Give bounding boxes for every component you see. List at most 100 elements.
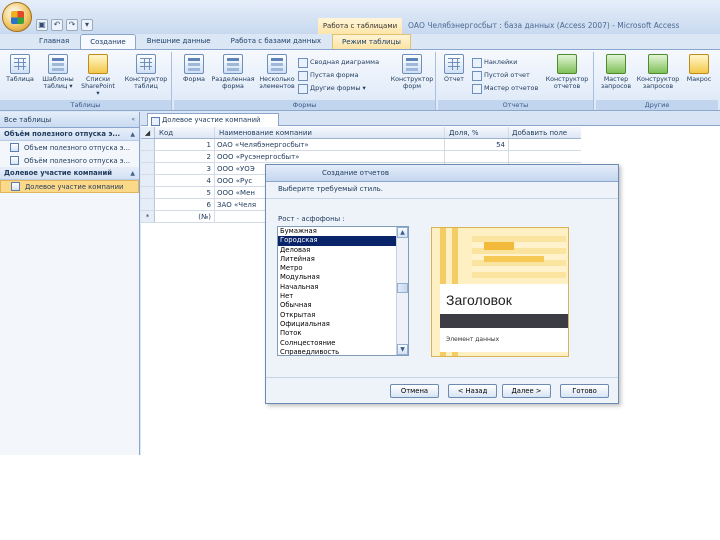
row-selector[interactable]	[141, 187, 155, 198]
table-icon	[10, 143, 19, 152]
column-header-add-field[interactable]: Добавить поле	[509, 127, 581, 138]
cell-code[interactable]: 3	[155, 163, 215, 174]
table-templates-icon	[48, 54, 68, 74]
nav-item-volume-table[interactable]: Объем полезного отпуска э...	[0, 141, 139, 154]
report-label: Отчет	[444, 76, 464, 83]
tab-home[interactable]: Главная	[30, 34, 78, 49]
nav-header[interactable]: Все таблицы «	[0, 112, 139, 128]
nav-category-shares[interactable]: Долевое участие компаний ▲	[0, 167, 139, 180]
tab-database-tools[interactable]: Работа с базами данных	[222, 34, 330, 49]
blank-report-button[interactable]: Пустой отчет	[472, 70, 530, 81]
style-option[interactable]: Обычная	[278, 301, 396, 310]
style-option[interactable]: Бумажная	[278, 227, 396, 236]
style-option[interactable]: Открытая	[278, 311, 396, 320]
row-selector[interactable]	[141, 163, 155, 174]
customize-qat-icon[interactable]: ▾	[81, 19, 93, 31]
pivot-chart-button[interactable]: Сводная диаграмма	[298, 57, 379, 68]
document-tabs: Долевое участие компаний	[141, 112, 720, 126]
title-bar: ▣ ↶ ↷ ▾ Работа с таблицами ОАО Челябэнер…	[0, 0, 720, 34]
column-header-share[interactable]: Доля, %	[445, 127, 509, 138]
form-design-label: Конструктор форм	[390, 76, 434, 90]
scroll-thumb[interactable]	[397, 283, 408, 293]
style-option[interactable]: Литейная	[278, 255, 396, 264]
report-button[interactable]: Отчет	[440, 54, 468, 83]
cell-share[interactable]	[445, 151, 509, 162]
style-option[interactable]: Нет	[278, 292, 396, 301]
macro-button[interactable]: Макрос	[682, 54, 716, 83]
cell-name[interactable]: ООО «Русэнергосбыт»	[215, 151, 445, 162]
table-templates-label: Шаблоны таблиц ▾	[42, 76, 74, 90]
nav-item-volume-report[interactable]: Объём полезного отпуска э...	[0, 154, 139, 167]
style-listbox[interactable]: Бумажная Городская Деловая Литейная Метр…	[277, 226, 409, 356]
table-design-button[interactable]: Конструктор таблиц	[124, 54, 168, 90]
cell-name[interactable]: ОАО «Челябэнергосбыт»	[215, 139, 445, 150]
preview-card: Заголовок Элемент данных	[440, 284, 568, 352]
blank-form-button[interactable]: Пустая форма	[298, 70, 359, 81]
office-button[interactable]	[2, 2, 32, 32]
column-header-code[interactable]: Код	[155, 127, 215, 138]
report-wizard-button[interactable]: Мастер отчетов	[472, 83, 538, 94]
cell-share[interactable]: 54	[445, 139, 509, 150]
row-selector[interactable]	[141, 139, 155, 150]
scroll-up-icon[interactable]: ▲	[397, 227, 408, 238]
query-design-button[interactable]: Конструктор запросов	[636, 54, 680, 90]
tab-create[interactable]: Создание	[80, 34, 136, 49]
style-option[interactable]: Солнцестояние	[278, 339, 396, 348]
query-wizard-button[interactable]: Мастер запросов	[598, 54, 634, 90]
back-button[interactable]: < Назад	[448, 384, 497, 398]
redo-icon[interactable]: ↷	[66, 19, 78, 31]
cell-code[interactable]: 1	[155, 139, 215, 150]
split-form-button[interactable]: Разделенная форма	[210, 54, 256, 90]
nav-category-volume[interactable]: Объём полезного отпуска э... ▲	[0, 128, 139, 141]
table-row[interactable]: 1 ОАО «Челябэнергосбыт» 54	[141, 139, 581, 151]
form-button[interactable]: Форма	[176, 54, 212, 83]
collapse-icon: ▲	[130, 169, 135, 177]
office-logo-icon	[11, 11, 24, 24]
undo-icon[interactable]: ↶	[51, 19, 63, 31]
dialog-title[interactable]: Создание отчетов	[266, 165, 618, 182]
cell-code-new[interactable]: (№)	[155, 211, 215, 222]
cell-code[interactable]: 2	[155, 151, 215, 162]
form-design-button[interactable]: Конструктор форм	[390, 54, 434, 90]
table-button[interactable]: Таблица	[2, 54, 38, 83]
scroll-down-icon[interactable]: ▼	[397, 344, 408, 355]
cell-code[interactable]: 5	[155, 187, 215, 198]
chevron-left-icon[interactable]: «	[131, 116, 135, 123]
multiple-items-button[interactable]: Несколько элементов	[256, 54, 298, 90]
style-option[interactable]: Начальная	[278, 283, 396, 292]
select-all-corner[interactable]: ◢	[141, 127, 155, 138]
tab-external-data[interactable]: Внешние данные	[138, 34, 220, 49]
nav-item-shares-table[interactable]: Долевое участие компании	[0, 180, 139, 193]
next-button[interactable]: Далее >	[502, 384, 551, 398]
style-option[interactable]: Метро	[278, 264, 396, 273]
cell-code[interactable]: 4	[155, 175, 215, 186]
new-record-marker[interactable]: *	[141, 211, 155, 222]
labels-button[interactable]: Наклейки	[472, 57, 517, 68]
finish-button[interactable]: Готово	[560, 384, 609, 398]
style-option[interactable]: Деловая	[278, 246, 396, 255]
style-option[interactable]: Справедливость	[278, 348, 396, 355]
more-forms-button[interactable]: Другие формы ▾	[298, 83, 366, 94]
cancel-button[interactable]: Отмена	[390, 384, 439, 398]
style-option[interactable]: Модульная	[278, 273, 396, 282]
cell-code[interactable]: 6	[155, 199, 215, 210]
table-templates-button[interactable]: Шаблоны таблиц ▾	[40, 54, 76, 90]
style-option[interactable]: Официальная	[278, 320, 396, 329]
cell-add[interactable]	[509, 139, 581, 150]
listbox-scrollbar[interactable]: ▲ ▼	[396, 227, 408, 355]
document-tab[interactable]: Долевое участие компаний	[147, 113, 280, 126]
style-option[interactable]: Поток	[278, 329, 396, 338]
report-wizard-dialog: Создание отчетов Выберите требуемый стил…	[265, 164, 619, 404]
cell-add[interactable]	[509, 151, 581, 162]
group-tables: Таблица Шаблоны таблиц ▾ Списки SharePoi…	[0, 52, 172, 110]
tab-datasheet[interactable]: Режим таблицы	[332, 34, 411, 49]
column-header-name[interactable]: Наименование компании	[215, 127, 445, 138]
save-icon[interactable]: ▣	[36, 19, 48, 31]
report-design-button[interactable]: Конструктор отчетов	[544, 54, 590, 90]
row-selector[interactable]	[141, 199, 155, 210]
table-row[interactable]: 2 ООО «Русэнергосбыт»	[141, 151, 581, 163]
style-option-selected[interactable]: Городская	[278, 235, 397, 247]
row-selector[interactable]	[141, 175, 155, 186]
sharepoint-lists-button[interactable]: Списки SharePoint ▾	[80, 54, 116, 97]
row-selector[interactable]	[141, 151, 155, 162]
